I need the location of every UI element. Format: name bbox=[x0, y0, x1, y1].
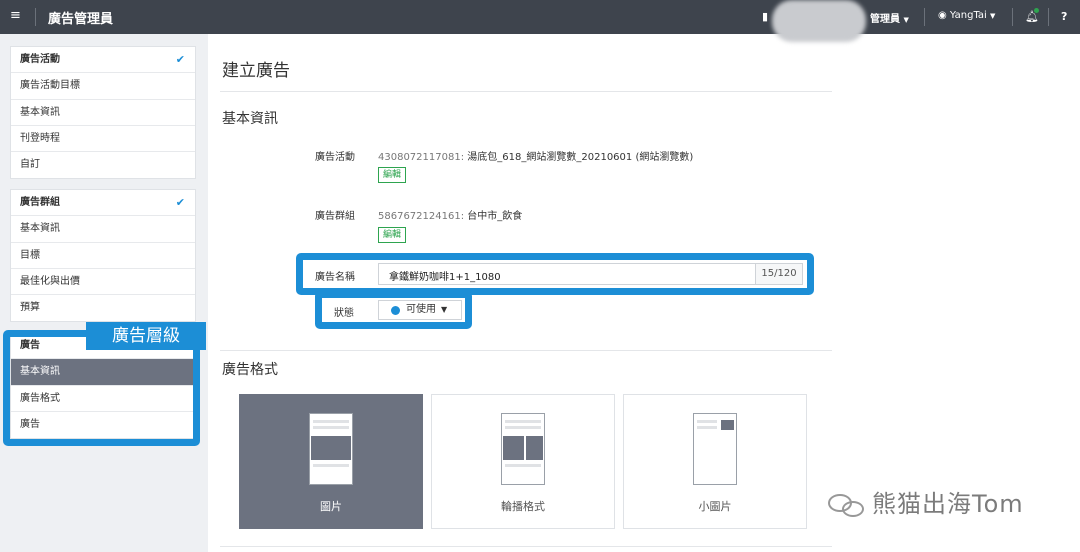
sidebar-item-label: 廣告活動目標 bbox=[20, 80, 80, 92]
placeholder-line bbox=[313, 420, 349, 423]
divider bbox=[1048, 8, 1049, 26]
sidebar-item-adgroup[interactable]: 廣告群組 ✔ bbox=[11, 190, 195, 217]
sidebar-item-campaign[interactable]: 廣告活動 ✔ bbox=[11, 47, 195, 74]
user-icon: ◉ bbox=[938, 10, 947, 21]
chevron-down-icon: ▼ bbox=[990, 12, 996, 20]
sidebar-item-label: 廣告活動 bbox=[20, 54, 60, 65]
divider bbox=[220, 91, 832, 92]
placeholder-line bbox=[313, 426, 349, 429]
check-icon: ✔ bbox=[175, 196, 185, 209]
check-icon: ✔ bbox=[175, 53, 185, 66]
sidebar-adgroup-group: 廣告群組 ✔ 基本資訊 目標 最佳化與出價 預算 bbox=[10, 189, 196, 323]
main-content: 建立廣告 基本資訊 廣告活動 4308072117081: 湯底包_618_網站… bbox=[208, 34, 1080, 552]
campaign-name: 湯底包_618_網站瀏覽數_20210601 (網站瀏覽數) bbox=[467, 152, 694, 163]
account-icon[interactable]: ▮ bbox=[762, 10, 768, 23]
small-image-format-icon bbox=[693, 413, 737, 485]
campaign-value: 4308072117081: 湯底包_618_網站瀏覽數_20210601 (網… bbox=[378, 148, 693, 163]
chevron-down-icon: ▼ bbox=[903, 16, 909, 24]
adgroup-label: 廣告群組 bbox=[315, 211, 355, 222]
section-title-basic: 基本資訊 bbox=[222, 111, 278, 127]
char-counter: 15/120 bbox=[755, 264, 802, 284]
ad-name-input[interactable]: 拿鐵鮮奶咖啡1+1_1080 15/120 bbox=[378, 263, 803, 285]
divider bbox=[924, 8, 925, 26]
format-label: 小圖片 bbox=[698, 500, 732, 513]
wechat-icon bbox=[828, 492, 866, 518]
sidebar-item-label: 預算 bbox=[20, 302, 40, 314]
chevron-down-icon: ▼ bbox=[441, 305, 448, 314]
divider bbox=[220, 350, 832, 351]
menu-icon[interactable]: ≡ bbox=[10, 8, 21, 23]
sidebar-item-label: 自訂 bbox=[20, 159, 40, 171]
adgroup-value: 5867672124161: 台中市_飲食 bbox=[378, 207, 522, 222]
divider bbox=[1012, 8, 1013, 26]
annotation-label: 廣告層級 bbox=[86, 322, 206, 350]
notification-dot bbox=[1034, 8, 1039, 13]
sidebar-item-label: 基本資訊 bbox=[20, 223, 60, 235]
sidebar-item-bidding[interactable]: 最佳化與出價 bbox=[11, 269, 195, 296]
placeholder-line bbox=[697, 426, 717, 429]
watermark-text: 熊猫出海Tom bbox=[872, 490, 1024, 518]
placeholder-line bbox=[313, 464, 349, 467]
sidebar-item-label: 刊登時程 bbox=[20, 132, 60, 144]
status-dropdown[interactable]: 可使用 ▼ bbox=[378, 300, 462, 320]
sidebar-item-campaign-objective[interactable]: 廣告活動目標 bbox=[11, 73, 195, 100]
placeholder-image bbox=[721, 420, 734, 430]
sidebar-item-label: 目標 bbox=[20, 249, 40, 261]
placeholder-image bbox=[526, 436, 543, 460]
sidebar-item-custom[interactable]: 自訂 bbox=[11, 152, 195, 178]
sidebar-item-label: 廣告群組 bbox=[20, 197, 60, 208]
sidebar-item-adgroup-basic[interactable]: 基本資訊 bbox=[11, 216, 195, 243]
placeholder-line bbox=[697, 420, 717, 423]
sidebar-item-schedule[interactable]: 刊登時程 bbox=[11, 126, 195, 153]
carousel-format-icon bbox=[501, 413, 545, 485]
user-label: YangTai bbox=[949, 10, 987, 21]
placeholder-image bbox=[503, 436, 524, 460]
campaign-id: 4308072117081: bbox=[378, 152, 465, 163]
format-card-image[interactable]: 圖片 bbox=[239, 394, 423, 529]
placeholder-line bbox=[505, 464, 541, 467]
sidebar-item-label: 最佳化與出價 bbox=[20, 275, 80, 287]
edit-campaign-button[interactable]: 編輯 bbox=[378, 167, 406, 183]
section-title-format: 廣告格式 bbox=[222, 362, 278, 378]
edit-adgroup-button[interactable]: 編輯 bbox=[378, 227, 406, 243]
sidebar-campaign-group: 廣告活動 ✔ 廣告活動目標 基本資訊 刊登時程 自訂 bbox=[10, 46, 196, 180]
page-title: 建立廣告 bbox=[222, 61, 290, 81]
role-label: 管理員 bbox=[870, 14, 900, 25]
format-card-carousel[interactable]: 輪播格式 bbox=[431, 394, 615, 529]
adgroup-name: 台中市_飲食 bbox=[467, 211, 523, 222]
campaign-label: 廣告活動 bbox=[315, 152, 355, 163]
status-value: 可使用 bbox=[406, 304, 436, 315]
role-dropdown[interactable]: 管理員 ▼ bbox=[870, 10, 909, 25]
top-bar: ≡ 廣告管理員 ▮ 管理員 ▼ ◉ YangTai ▼ 🔔︎ ? bbox=[0, 0, 1080, 42]
divider bbox=[35, 8, 36, 26]
app-title: 廣告管理員 bbox=[48, 12, 114, 27]
ad-name-label: 廣告名稱 bbox=[315, 272, 355, 283]
ad-name-value: 拿鐵鮮奶咖啡1+1_1080 bbox=[389, 272, 501, 283]
bell-icon[interactable]: 🔔︎ bbox=[1025, 8, 1039, 23]
watermark: 熊猫出海Tom bbox=[828, 484, 1024, 519]
divider bbox=[220, 546, 832, 547]
placeholder-image bbox=[311, 436, 351, 460]
placeholder-line bbox=[505, 420, 541, 423]
sidebar-item-budget[interactable]: 預算 bbox=[11, 295, 195, 321]
user-dropdown[interactable]: ◉ YangTai ▼ bbox=[938, 10, 995, 21]
format-label: 輪播格式 bbox=[501, 500, 545, 513]
sidebar: 廣告活動 ✔ 廣告活動目標 基本資訊 刊登時程 自訂 廣告群組 ✔ 基本資訊 目標 … bbox=[0, 34, 208, 552]
status-label: 狀態 bbox=[334, 308, 354, 319]
placeholder-line bbox=[505, 426, 541, 429]
format-label: 圖片 bbox=[320, 500, 342, 513]
sidebar-item-label: 基本資訊 bbox=[20, 106, 60, 118]
help-icon[interactable]: ? bbox=[1061, 10, 1067, 23]
image-format-icon bbox=[309, 413, 353, 485]
status-dot-icon bbox=[391, 306, 400, 315]
sidebar-item-targeting[interactable]: 目標 bbox=[11, 243, 195, 269]
sidebar-item-campaign-basic[interactable]: 基本資訊 bbox=[11, 100, 195, 126]
adgroup-id: 5867672124161: bbox=[378, 211, 465, 222]
format-card-small-image[interactable]: 小圖片 bbox=[623, 394, 807, 529]
